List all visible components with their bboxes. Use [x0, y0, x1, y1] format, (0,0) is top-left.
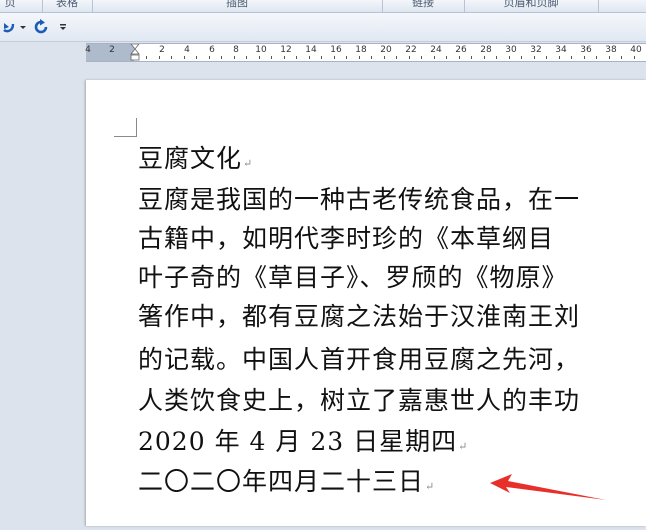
annotation-arrow-icon [490, 474, 606, 500]
